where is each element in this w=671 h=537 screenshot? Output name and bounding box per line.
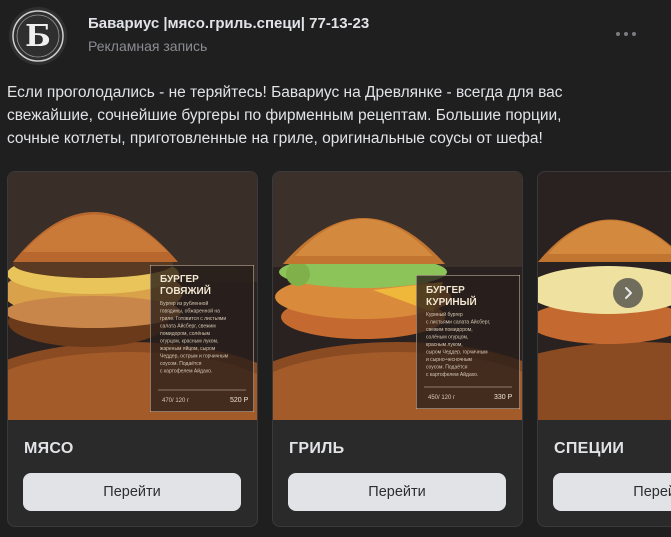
menu-desc-line: помидором, солёным: [160, 331, 210, 337]
menu-desc-line: с картофелем Айдахо.: [160, 368, 212, 375]
menu-desc-line: сыром Чеддер, горчичным: [426, 350, 488, 356]
menu-weight: 450/ 120 г: [428, 395, 456, 401]
menu-card-chicken: БУРГЕР КУРИНЫЙ Куриный бургер с листьями …: [415, 274, 521, 414]
menu-price: 330 Р: [494, 394, 513, 401]
go-button[interactable]: Перейти: [288, 473, 506, 511]
menu-desc-line: жареным яйцом, сыром: [160, 345, 216, 352]
menu-price: 520 Р: [230, 397, 249, 404]
menu-title-1: БУРГЕР: [426, 285, 465, 296]
carousel-card-specii[interactable]: СПЕЦИИ Перейти: [537, 171, 671, 527]
menu-weight: 470/ 120 г: [162, 398, 190, 404]
menu-desc-line: Чеддер, острым и горчичным: [160, 354, 229, 360]
menu-desc-line: салата Айсберг, свежим: [160, 323, 216, 330]
menu-desc-line: с картофелем Айдахо.: [426, 371, 478, 378]
post-text: Если проголодались - не теряйтесь! Бавар…: [7, 84, 563, 147]
card-label: ГРИЛЬ: [289, 440, 345, 457]
burger-spicy-image[interactable]: [538, 172, 671, 420]
menu-desc-line: свежим помидором,: [426, 327, 473, 333]
menu-desc-line: говядины, обжаренной на: [160, 308, 220, 315]
post-header: Б Бавариус |мясо.гриль.специ| 77-13-23 Р…: [0, 0, 671, 70]
card-label: МЯСО: [24, 440, 74, 457]
avatar[interactable]: Б: [9, 7, 67, 65]
menu-desc-line: огурцом, красным луком,: [160, 339, 218, 345]
more-horizontal-icon[interactable]: [616, 26, 640, 42]
logo-icon: Б: [9, 7, 67, 65]
card-label: СПЕЦИИ: [554, 440, 625, 457]
menu-desc-line: соусом. Подаётся: [426, 365, 468, 371]
menu-desc-line: солёным огурцом,: [426, 335, 468, 341]
menu-title-2: КУРИНЫЙ: [426, 295, 477, 308]
menu-desc-line: с листьями салата Айсберг,: [426, 319, 490, 326]
carousel-card-myaso[interactable]: БУРГЕР ГОВЯЖИЙ Бургер из рубленной говяди…: [7, 171, 258, 527]
menu-title-1: БУРГЕР: [160, 274, 199, 285]
menu-desc-line: гриле. Готовится с листьями: [160, 316, 226, 322]
menu-desc-line: Бургер из рубленной: [160, 300, 208, 307]
post-author[interactable]: Бавариус |мясо.гриль.специ| 77-13-23: [88, 15, 369, 32]
menu-desc-line: красным луком,: [426, 342, 463, 348]
menu-desc-line: и сырно-чесночным: [426, 357, 473, 363]
menu-title-2: ГОВЯЖИЙ: [160, 284, 211, 297]
avatar-letter: Б: [25, 19, 51, 54]
carousel[interactable]: БУРГЕР ГОВЯЖИЙ Бургер из рубленной говяди…: [0, 171, 671, 527]
go-button[interactable]: Перейти: [23, 473, 241, 511]
menu-card-beef: БУРГЕР ГОВЯЖИЙ Бургер из рубленной говяди…: [149, 264, 255, 417]
carousel-card-gril[interactable]: БУРГЕР КУРИНЫЙ Куриный бургер с листьями …: [272, 171, 523, 527]
menu-desc-line: Куриный бургер: [426, 311, 463, 318]
chevron-right-icon[interactable]: [613, 278, 643, 308]
menu-desc-line: соусом. Подаётся: [160, 361, 202, 367]
ad-label: Рекламная запись: [88, 38, 208, 54]
go-button[interactable]: Перейти: [553, 473, 671, 511]
